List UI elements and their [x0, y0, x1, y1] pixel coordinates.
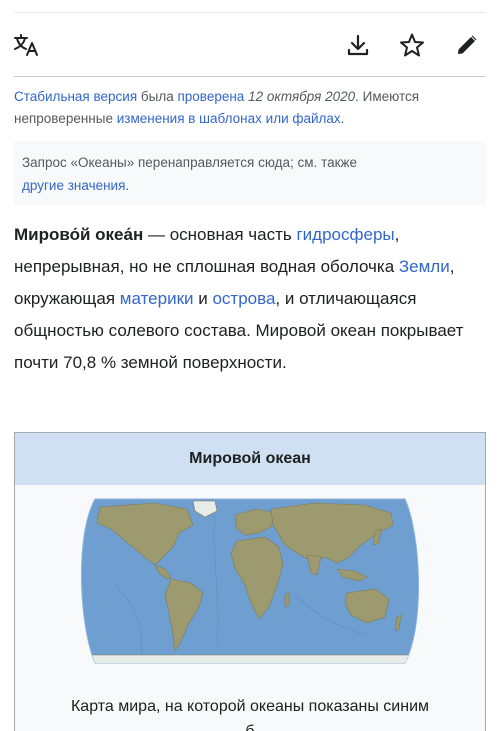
notice-text: была [137, 89, 178, 104]
world-map-image[interactable] [75, 495, 425, 667]
stable-version-link[interactable]: Стабильная версия [14, 89, 137, 104]
download-icon [347, 34, 369, 56]
islands-link[interactable]: острова [212, 289, 275, 308]
hatnote-end: . [125, 178, 130, 193]
translate-icon [14, 34, 38, 56]
checked-link[interactable]: проверена [177, 89, 244, 104]
lead-paragraph: Мирово́й океа́н — основная часть гидросф… [14, 219, 488, 379]
land-antarctica [81, 654, 419, 663]
infobox: Мировой океан Карта мира, на которой оке… [14, 432, 486, 731]
notice-text: . [340, 111, 345, 126]
star-icon [400, 33, 424, 57]
download-button[interactable] [341, 28, 375, 62]
page-actions-toolbar [0, 20, 500, 68]
continents-link[interactable]: материки [120, 289, 194, 308]
infobox-title: Мировой океан [15, 433, 485, 485]
redirect-hatnote: Запрос «Океаны» перенаправляется сюда; с… [14, 141, 486, 205]
hydrosphere-link[interactable]: гидросферы [296, 225, 394, 244]
article-term: Мирово́й океа́н [14, 225, 144, 244]
pencil-icon [458, 35, 477, 54]
top-divider [14, 12, 486, 13]
lead-text: — основная часть [143, 225, 297, 244]
language-button[interactable] [10, 28, 44, 62]
check-date: 12 октября 2020 [244, 89, 356, 104]
infobox-caption-continued: б [15, 723, 485, 731]
toolbar-separator [14, 76, 486, 77]
hatnote-text: Запрос «Океаны» перенаправляется сюда; с… [22, 155, 358, 170]
watch-button[interactable] [395, 28, 429, 62]
earth-link[interactable]: Земли [399, 257, 450, 276]
stable-version-notice: Стабильная версия была проверена 12 октя… [14, 86, 488, 130]
world-map-svg [81, 498, 419, 664]
infobox-caption: Карта мира, на которой океаны показаны с… [70, 698, 430, 715]
land-madagascar [284, 592, 290, 608]
edit-button[interactable] [450, 28, 484, 62]
pending-changes-link[interactable]: изменения в шаблонах или файлах [117, 111, 341, 126]
lead-text: и [193, 289, 213, 308]
other-meanings-link[interactable]: другие значения [22, 178, 125, 193]
